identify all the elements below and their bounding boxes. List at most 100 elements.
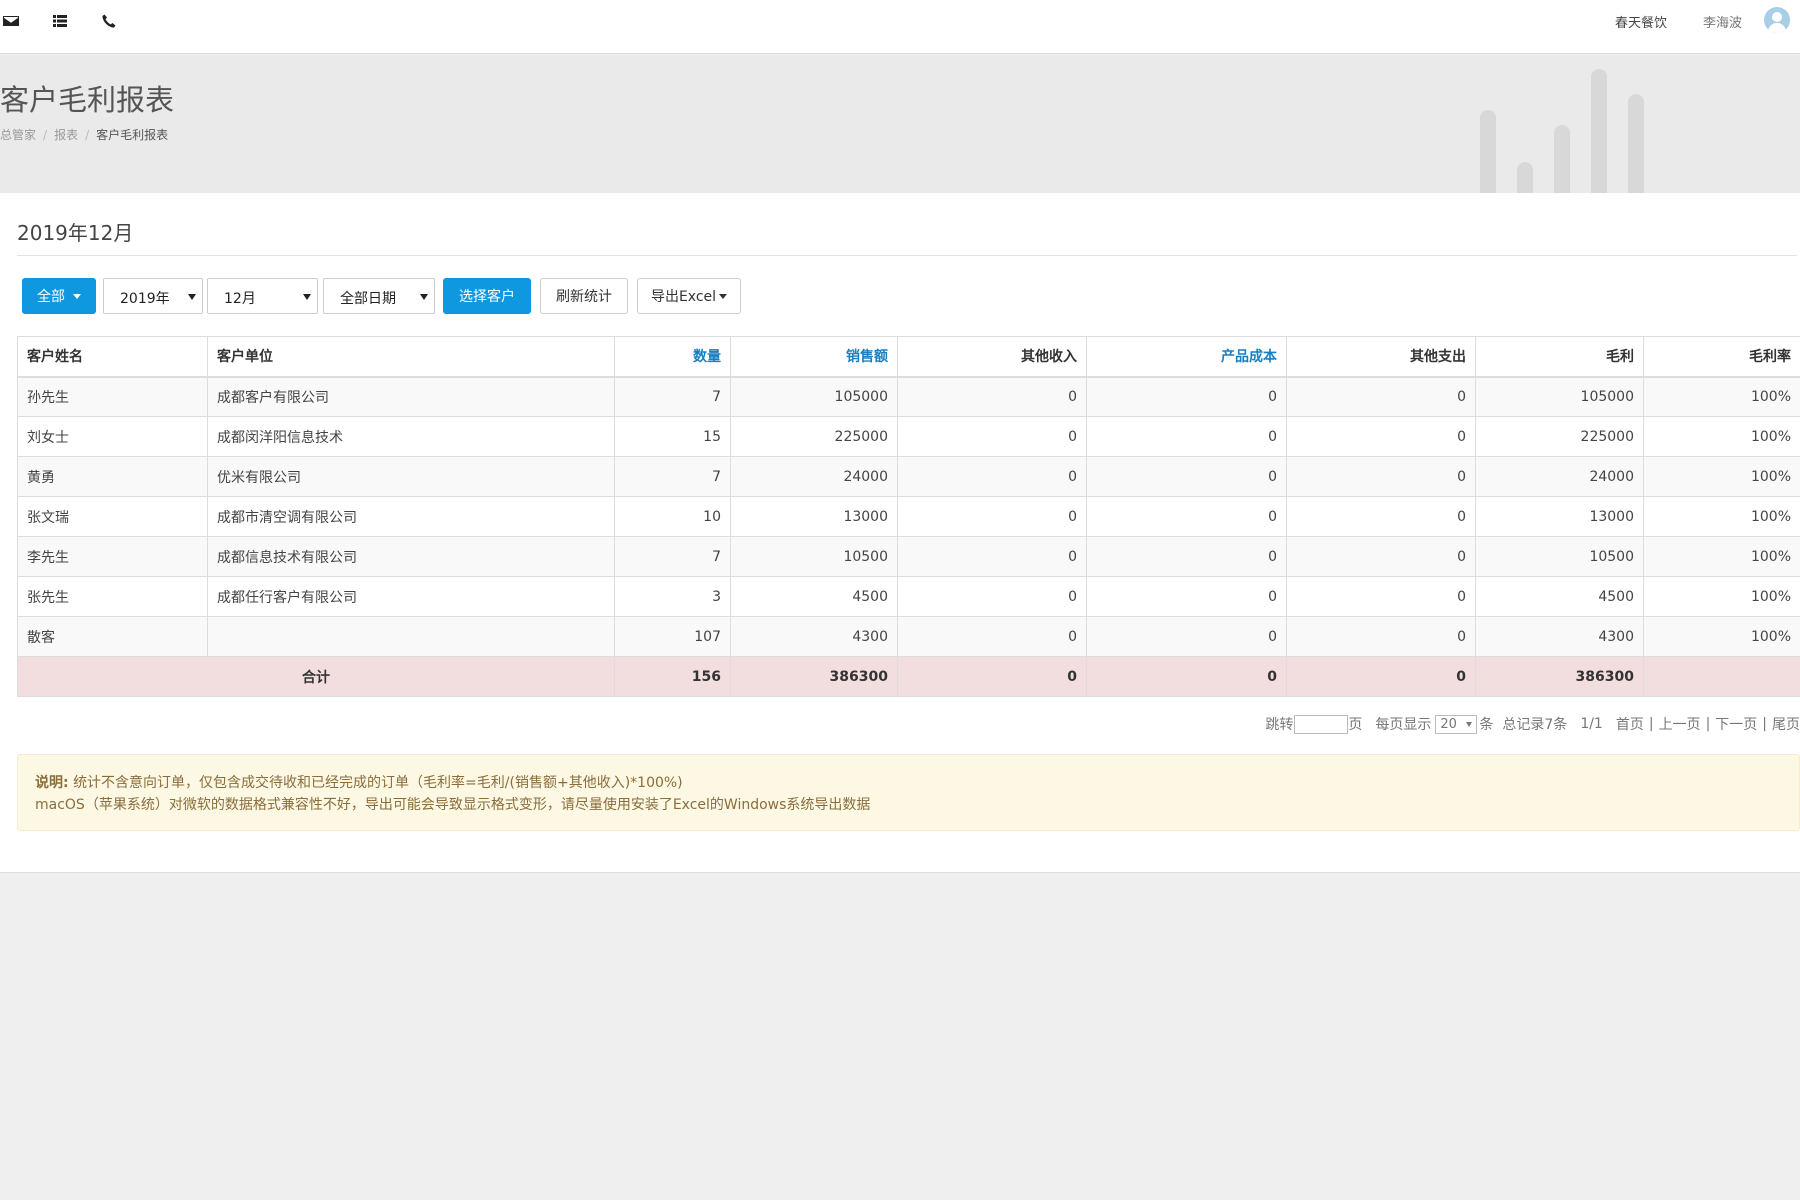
cell-company: 成都市清空调有限公司 bbox=[207, 496, 615, 537]
refresh-stats-button[interactable]: 刷新统计 bbox=[540, 278, 628, 314]
cell-gross-profit: 225000 bbox=[1475, 416, 1644, 457]
cell-other-expense: 0 bbox=[1286, 496, 1476, 537]
select-arrow-icon bbox=[1466, 721, 1473, 727]
info-alert: 说明: 统计不含意向订单，仅包含成交待收和已经完成的订单（毛利率=毛利/(销售额… bbox=[17, 754, 1800, 831]
cell-company: 成都客户有限公司 bbox=[207, 376, 615, 417]
table-total-row: 合计 156 386300 0 0 0 386300 bbox=[17, 656, 1800, 697]
note-text-1: 统计不含意向订单，仅包含成交待收和已经完成的订单（毛利率=毛利/(销售额+其他收… bbox=[73, 775, 683, 791]
cell-product-cost: 0 bbox=[1086, 496, 1287, 537]
cell-product-cost: 0 bbox=[1086, 376, 1287, 417]
cell-customer-name: 散客 bbox=[17, 616, 208, 657]
table-row: 李先生 成都信息技术有限公司 7 10500 0 0 0 10500 100% bbox=[17, 536, 1800, 577]
month-select[interactable]: 12月 bbox=[207, 278, 318, 314]
cell-sales: 225000 bbox=[730, 416, 898, 457]
divider bbox=[17, 255, 1797, 256]
jump-label: 跳转 bbox=[1265, 717, 1294, 733]
cell-margin: 100% bbox=[1643, 416, 1800, 457]
cell-other-expense: 0 bbox=[1286, 376, 1476, 417]
cell-other-income: 0 bbox=[897, 376, 1087, 417]
cell-customer-name: 张先生 bbox=[17, 576, 208, 617]
cell-sales: 4300 bbox=[730, 616, 898, 657]
col-header-margin: 毛利率 bbox=[1643, 336, 1800, 378]
report-table-container: 客户姓名 客户单位 数量 销售额 其他收入 产品成本 其他支出 毛利 毛利率 孙… bbox=[17, 336, 1800, 697]
cell-quantity: 7 bbox=[614, 456, 731, 497]
cell-other-income: 0 bbox=[897, 496, 1087, 537]
table-row: 孙先生 成都客户有限公司 7 105000 0 0 0 105000 100% bbox=[17, 376, 1800, 417]
phone-icon[interactable] bbox=[99, 11, 119, 31]
cell-sales: 13000 bbox=[730, 496, 898, 537]
col-header-sales-sort[interactable]: 销售额 bbox=[730, 336, 898, 378]
breadcrumb-reports[interactable]: 报表 bbox=[54, 128, 78, 142]
caret-down-icon bbox=[719, 293, 728, 299]
pagination: 跳转 页 每页显示 20 条 总记录7条 1/1 首页 | 上一页 | 下一页 … bbox=[1265, 714, 1800, 734]
envelope-icon[interactable] bbox=[1, 11, 21, 31]
col-header-gross-profit: 毛利 bbox=[1475, 336, 1644, 378]
cell-gross-profit: 4500 bbox=[1475, 576, 1644, 617]
cell-company: 优米有限公司 bbox=[207, 456, 615, 497]
scope-dropdown-button[interactable]: 全部 bbox=[22, 278, 96, 314]
cell-quantity: 10 bbox=[614, 496, 731, 537]
col-header-quantity-sort[interactable]: 数量 bbox=[614, 336, 731, 378]
cell-gross-profit: 105000 bbox=[1475, 376, 1644, 417]
per-page-select[interactable]: 20 bbox=[1435, 714, 1478, 734]
cell-gross-profit: 24000 bbox=[1475, 456, 1644, 497]
caret-down-icon bbox=[73, 293, 81, 299]
cell-product-cost: 0 bbox=[1086, 416, 1287, 457]
month-select-value: 12月 bbox=[224, 291, 256, 307]
cell-other-expense: 0 bbox=[1286, 416, 1476, 457]
last-page-link[interactable]: 尾页 bbox=[1772, 714, 1800, 734]
cell-product-cost: 0 bbox=[1086, 456, 1287, 497]
total-other-expense: 0 bbox=[1286, 656, 1476, 697]
cell-other-expense: 0 bbox=[1286, 456, 1476, 497]
shop-name[interactable]: 春天餐饮 bbox=[1615, 12, 1667, 31]
cell-other-income: 0 bbox=[897, 536, 1087, 577]
page-info: 1/1 bbox=[1580, 716, 1603, 732]
user-avatar-icon[interactable] bbox=[1764, 7, 1790, 33]
cell-margin: 100% bbox=[1643, 576, 1800, 617]
select-arrow-icon bbox=[303, 294, 311, 300]
export-excel-button[interactable]: 导出Excel bbox=[637, 278, 741, 314]
col-header-product-cost-sort[interactable]: 产品成本 bbox=[1086, 336, 1287, 378]
cell-sales: 10500 bbox=[730, 536, 898, 577]
cell-customer-name: 张文瑞 bbox=[17, 496, 208, 537]
cell-other-income: 0 bbox=[897, 416, 1087, 457]
cell-margin: 100% bbox=[1643, 496, 1800, 537]
select-arrow-icon bbox=[188, 294, 196, 300]
table-row: 散客 107 4300 0 0 0 4300 100% bbox=[17, 616, 1800, 657]
per-page-value: 20 bbox=[1440, 716, 1457, 732]
list-icon[interactable] bbox=[50, 11, 70, 31]
cell-margin: 100% bbox=[1643, 376, 1800, 417]
first-page-link[interactable]: 首页 bbox=[1616, 714, 1644, 734]
cell-company bbox=[207, 616, 615, 657]
cell-sales: 4500 bbox=[730, 576, 898, 617]
year-select[interactable]: 2019年 bbox=[103, 278, 203, 314]
col-header-company: 客户单位 bbox=[207, 336, 615, 378]
next-page-link[interactable]: 下一页 bbox=[1715, 714, 1757, 734]
prev-page-link[interactable]: 上一页 bbox=[1659, 714, 1701, 734]
cell-product-cost: 0 bbox=[1086, 616, 1287, 657]
cell-customer-name: 黄勇 bbox=[17, 456, 208, 497]
cell-other-expense: 0 bbox=[1286, 616, 1476, 657]
page-jump-input[interactable] bbox=[1294, 714, 1349, 734]
select-customer-button[interactable]: 选择客户 bbox=[443, 278, 531, 314]
breadcrumb-home[interactable]: 总管家 bbox=[0, 128, 36, 142]
cell-quantity: 3 bbox=[614, 576, 731, 617]
col-header-customer-name: 客户姓名 bbox=[17, 336, 208, 378]
cell-gross-profit: 10500 bbox=[1475, 536, 1644, 577]
cell-other-income: 0 bbox=[897, 616, 1087, 657]
note-line-1: 说明: 统计不含意向订单，仅包含成交待收和已经完成的订单（毛利率=毛利/(销售额… bbox=[35, 772, 1783, 794]
cell-margin: 100% bbox=[1643, 536, 1800, 577]
export-excel-label: 导出Excel bbox=[650, 289, 717, 305]
user-name[interactable]: 李海波 bbox=[1703, 12, 1742, 31]
per-page-label: 每页显示 bbox=[1375, 717, 1432, 733]
cell-company: 成都闵洋阳信息技术 bbox=[207, 416, 615, 457]
cell-quantity: 7 bbox=[614, 536, 731, 577]
cell-other-expense: 0 bbox=[1286, 576, 1476, 617]
cell-other-income: 0 bbox=[897, 456, 1087, 497]
total-records: 总记录7条 bbox=[1502, 717, 1568, 733]
date-select[interactable]: 全部日期 bbox=[323, 278, 435, 314]
cell-margin: 100% bbox=[1643, 616, 1800, 657]
cell-margin: 100% bbox=[1643, 456, 1800, 497]
cell-gross-profit: 4300 bbox=[1475, 616, 1644, 657]
breadcrumb: 总管家 / 报表 / 客户毛利报表 bbox=[0, 128, 169, 142]
